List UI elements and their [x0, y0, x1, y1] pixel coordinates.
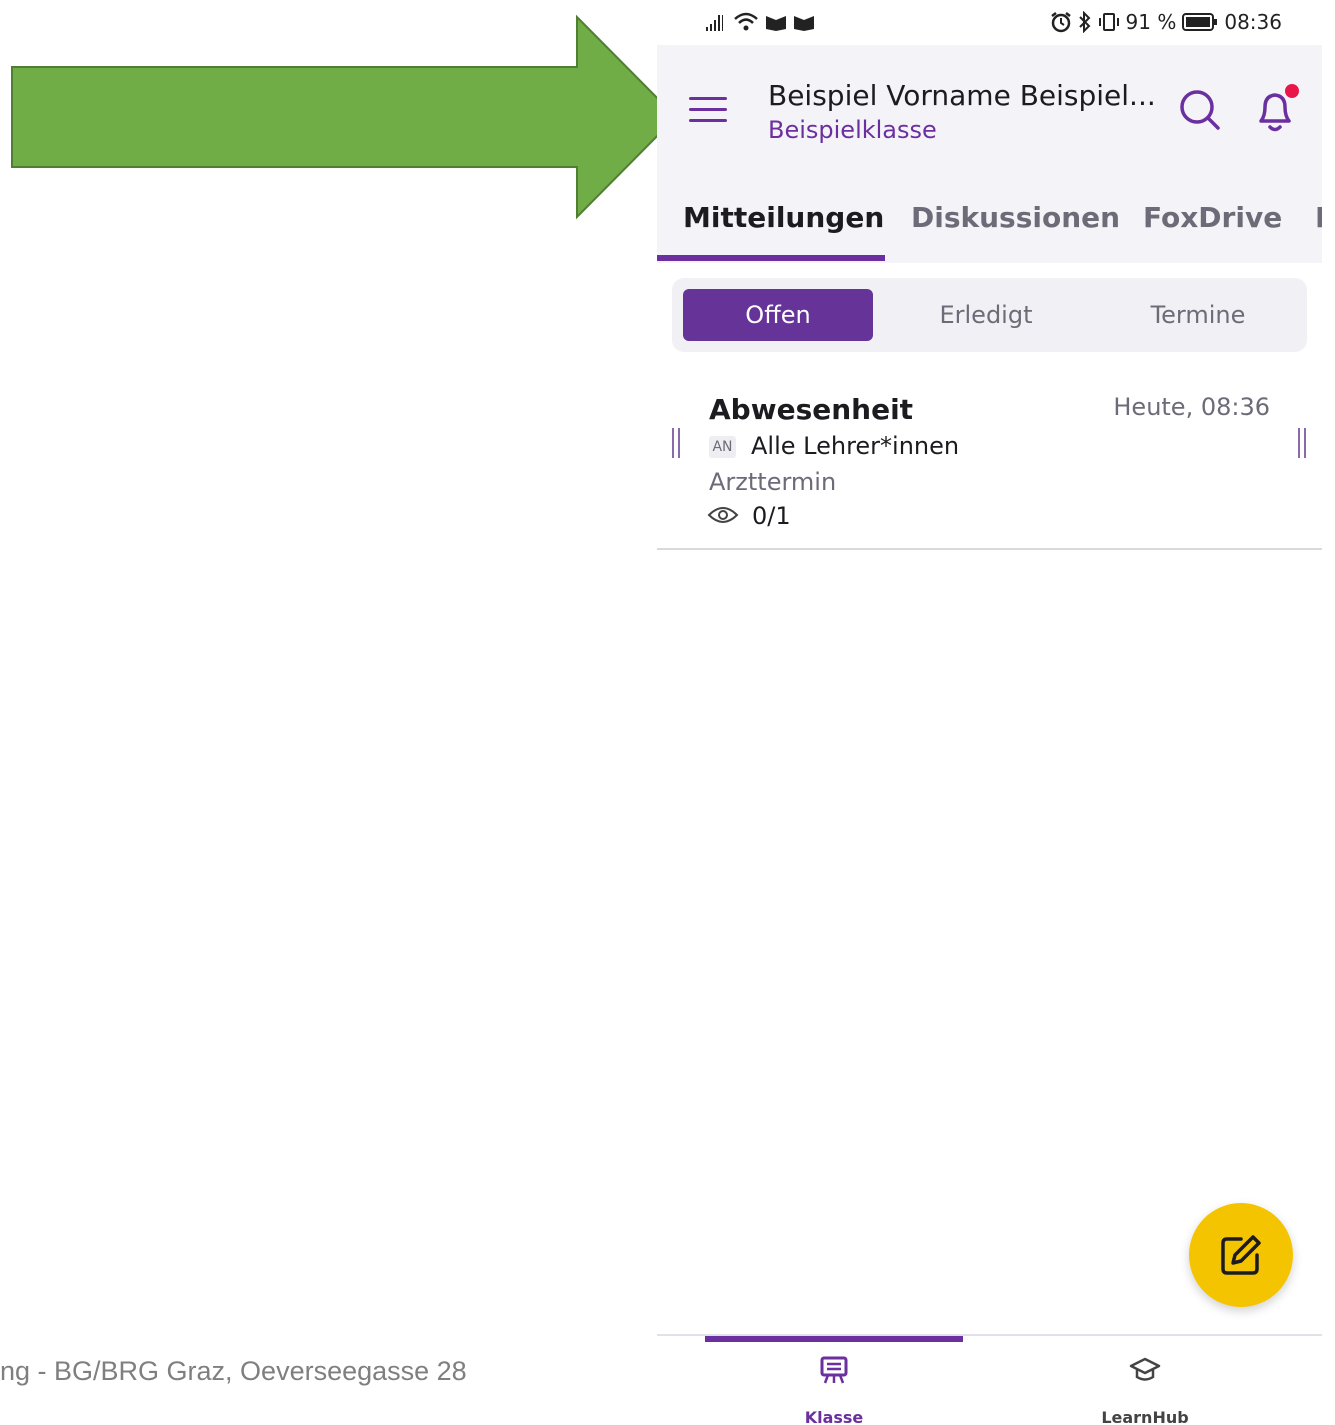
filter-offen[interactable]: Offen: [683, 289, 873, 341]
battery-percent: 91 %: [1125, 10, 1177, 34]
graduation-cap-icon: [1129, 1357, 1161, 1381]
message-time: Heute, 08:36: [1113, 393, 1270, 421]
filter-termine[interactable]: Termine: [1103, 289, 1293, 341]
eye-icon: [707, 507, 739, 523]
search-button[interactable]: [1177, 87, 1223, 133]
bottom-navigation: Klasse LearnHub: [657, 1334, 1322, 1425]
nav-learnhub[interactable]: LearnHub: [1045, 1336, 1245, 1425]
presentation-icon: [820, 1356, 848, 1384]
wifi-icon: [734, 12, 758, 31]
recipient-badge: AN: [709, 436, 736, 458]
menu-button[interactable]: [685, 90, 733, 130]
phone-screen: 91 % 08:36 Beispiel Vorname Beispiel... …: [657, 0, 1322, 1425]
message-preview: Arzttermin: [709, 468, 837, 496]
nav-label-klasse: Klasse: [804, 1408, 864, 1425]
drag-handle-right[interactable]: [1298, 428, 1306, 458]
notifications-button[interactable]: [1251, 83, 1301, 137]
read-count: 0/1: [752, 502, 791, 530]
tab-bar: Mitteilungen Diskussionen FoxDrive F: [657, 193, 1322, 263]
notification-icon: [794, 16, 814, 31]
tab-foxdrive[interactable]: FoxDrive: [1143, 201, 1282, 234]
slide-footer-text: ng - BG/BRG Graz, Oeverseegasse 28: [0, 1356, 467, 1386]
tab-mitteilungen[interactable]: Mitteilungen: [683, 201, 884, 234]
header-titles[interactable]: Beispiel Vorname Beispiel... Beispielkla…: [768, 78, 1158, 146]
bluetooth-icon: [1078, 11, 1090, 33]
status-time: 08:36: [1224, 10, 1282, 34]
tab-more[interactable]: F: [1315, 201, 1322, 234]
signal-icon: [706, 15, 723, 31]
app-header: Beispiel Vorname Beispiel... Beispielkla…: [657, 45, 1322, 263]
vibrate-icon: [1098, 13, 1119, 31]
message-item[interactable]: Abwesenheit Heute, 08:36 AN Alle Lehrer*…: [657, 380, 1322, 550]
alarm-icon: [1050, 12, 1071, 33]
class-subtitle: Beispielklasse: [768, 116, 937, 144]
message-title: Abwesenheit: [709, 393, 914, 426]
filter-erledigt[interactable]: Erledigt: [891, 289, 1081, 341]
notification-icon: [766, 16, 786, 31]
search-icon: [1180, 90, 1220, 130]
status-bar: 91 % 08:36: [657, 0, 1322, 45]
page-title: Beispiel Vorname Beispiel...: [768, 79, 1156, 112]
tab-diskussionen[interactable]: Diskussionen: [911, 201, 1120, 234]
message-recipient: Alle Lehrer*innen: [751, 432, 960, 460]
nav-label-learnhub: LearnHub: [1101, 1408, 1189, 1425]
drag-handle-left[interactable]: [672, 428, 680, 458]
edit-icon: [1221, 1235, 1261, 1275]
filter-segmented-control: Offen Erledigt Termine: [672, 278, 1307, 352]
nav-klasse[interactable]: Klasse: [734, 1336, 934, 1425]
active-tab-indicator: [657, 255, 885, 261]
green-arrow-icon: [11, 14, 678, 220]
compose-button[interactable]: [1189, 1203, 1293, 1307]
menu-icon: [689, 97, 727, 122]
bell-icon: [1259, 84, 1299, 132]
battery-icon: [1182, 13, 1218, 31]
